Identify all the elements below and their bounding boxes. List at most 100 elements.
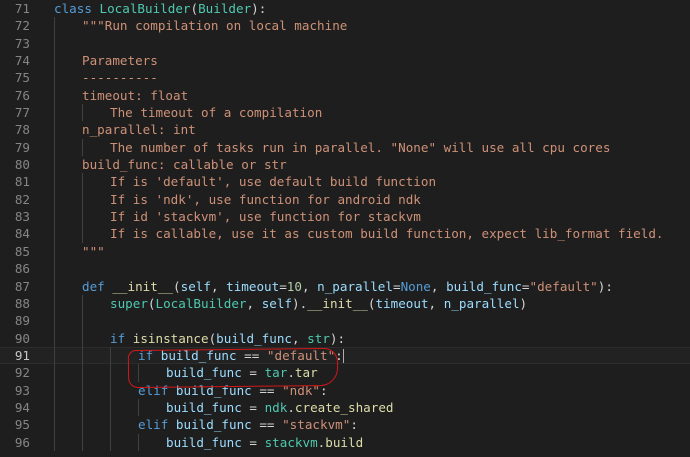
code-line[interactable]: 84 If is callable, use it as custom build… bbox=[0, 225, 690, 243]
code-token: : bbox=[320, 382, 328, 398]
code-token: Builder bbox=[198, 1, 252, 16]
code-text: The number of tasks run in parallel. "No… bbox=[110, 139, 610, 156]
code-token: stackvm bbox=[264, 434, 318, 450]
code-text: class LocalBuilder(Builder): bbox=[54, 0, 266, 17]
indent-guide bbox=[54, 277, 55, 295]
indent-guide bbox=[82, 104, 83, 122]
code-line[interactable]: 82 If is 'ndk', use function for android … bbox=[0, 190, 690, 209]
code-token: tar bbox=[264, 365, 288, 381]
code-token: = bbox=[279, 278, 287, 294]
line-number: 78 bbox=[14, 122, 30, 138]
code-token: timeout bbox=[226, 278, 280, 294]
code-line[interactable]: 81 If is 'default', use default build fun… bbox=[0, 173, 690, 191]
code-token: build_func: callable or str bbox=[82, 157, 287, 173]
line-number: 89 bbox=[14, 313, 30, 329]
code-text: n_parallel: int bbox=[82, 121, 196, 138]
code-token: __init__ bbox=[112, 278, 174, 294]
code-token: def bbox=[82, 278, 113, 294]
code-line[interactable]: 71 class LocalBuilder(Builder): bbox=[0, 0, 690, 17]
indent-guide bbox=[54, 138, 55, 157]
code-token: build_func bbox=[446, 278, 522, 294]
code-line[interactable]: 80 build_func: callable or str bbox=[0, 156, 690, 174]
code-line[interactable]: 96 build_func = stackvm.build bbox=[0, 433, 690, 451]
code-text: super(LocalBuilder, self).__init__(timeo… bbox=[110, 295, 527, 312]
line-number: 75 bbox=[14, 70, 30, 86]
code-token: """Run compilation on local machine bbox=[82, 18, 348, 34]
code-token: build_func bbox=[166, 399, 242, 415]
line-number: 84 bbox=[14, 226, 30, 242]
code-token: == bbox=[236, 347, 267, 363]
indent-guide bbox=[54, 242, 55, 261]
code-token: elif bbox=[138, 417, 176, 433]
code-line[interactable]: 91 if build_func == "default": bbox=[0, 346, 690, 365]
code-line[interactable]: 79 The number of tasks run in parallel. "… bbox=[0, 138, 690, 157]
line-number: 73 bbox=[14, 35, 30, 51]
code-line[interactable]: 87 def __init__(self, timeout=10, n_paral… bbox=[0, 277, 690, 295]
line-number: 79 bbox=[14, 139, 30, 155]
code-line[interactable]: 86 bbox=[0, 260, 690, 278]
code-text: Parameters bbox=[82, 52, 158, 69]
code-token: str bbox=[307, 330, 330, 346]
code-text: build_func = tar.tar bbox=[166, 364, 318, 381]
code-token: , bbox=[428, 295, 444, 311]
line-number: 87 bbox=[14, 278, 30, 294]
code-token: ): bbox=[251, 1, 267, 16]
code-line[interactable]: 78 n_parallel: int bbox=[0, 121, 690, 139]
code-line[interactable]: 89 bbox=[0, 312, 690, 330]
line-number: 72 bbox=[14, 18, 30, 34]
code-line[interactable]: 95 elif build_func == "stackvm": bbox=[0, 416, 690, 434]
indent-guide bbox=[82, 329, 83, 347]
indent-guide bbox=[54, 433, 55, 451]
code-line[interactable]: 85 """ bbox=[0, 242, 690, 261]
indent-guide bbox=[82, 190, 83, 209]
code-token: build bbox=[325, 434, 364, 450]
line-number: 90 bbox=[14, 330, 30, 346]
indent-guide bbox=[82, 294, 83, 313]
code-token: , bbox=[301, 278, 318, 294]
indent-guide bbox=[82, 346, 83, 365]
code-line[interactable]: 73 bbox=[0, 34, 690, 53]
code-line[interactable]: 83 If id 'stackvm', use function for stac… bbox=[0, 208, 690, 226]
line-number: 86 bbox=[14, 261, 30, 277]
code-token: self bbox=[180, 278, 211, 294]
code-token: ): bbox=[597, 278, 613, 294]
indent-guide bbox=[54, 260, 55, 278]
code-token: if bbox=[110, 330, 133, 346]
code-line[interactable]: 92 build_func = tar.tar bbox=[0, 364, 690, 382]
code-text: elif build_func == "ndk": bbox=[138, 382, 328, 399]
code-line[interactable]: 76 timeout: float bbox=[0, 86, 690, 105]
code-token: elif bbox=[138, 382, 176, 398]
code-line[interactable]: 93 elif build_func == "ndk": bbox=[0, 381, 690, 399]
code-line[interactable]: 88 super(LocalBuilder, self).__init__(tim… bbox=[0, 294, 690, 313]
indent-guide bbox=[54, 52, 55, 70]
code-token: "default" bbox=[529, 278, 598, 294]
code-line[interactable]: 74 Parameters bbox=[0, 52, 690, 70]
code-line[interactable]: 90 if isinstance(build_func, str): bbox=[0, 329, 690, 347]
code-token: If is 'default', use default build funct… bbox=[110, 174, 437, 190]
code-token: , bbox=[430, 278, 447, 294]
code-editor[interactable]: 71 class LocalBuilder(Builder): 72 """Run c… bbox=[0, 0, 690, 457]
line-number: 83 bbox=[14, 209, 30, 225]
code-line[interactable]: 75 ---------- bbox=[0, 69, 690, 87]
code-token: super bbox=[110, 295, 148, 311]
code-token: = bbox=[241, 434, 265, 450]
indent-guide bbox=[138, 398, 139, 417]
code-token: n_parallel bbox=[443, 295, 520, 311]
indent-guide bbox=[82, 208, 83, 226]
indent-guide bbox=[82, 364, 83, 382]
code-text: build_func = ndk.create_shared bbox=[166, 399, 394, 416]
code-token: : bbox=[335, 347, 343, 363]
indent-guide bbox=[54, 364, 55, 382]
code-token: ---------- bbox=[82, 70, 158, 86]
code-token: If id 'stackvm', use function for stackv… bbox=[110, 209, 421, 225]
code-token: . bbox=[287, 399, 295, 415]
code-line[interactable]: 77 The timeout of a compilation bbox=[0, 104, 690, 122]
code-line[interactable]: 72 """Run compilation on local machine bbox=[0, 17, 690, 35]
indent-guide bbox=[110, 381, 111, 399]
code-token: self bbox=[261, 295, 293, 311]
code-text: elif build_func == "stackvm": bbox=[138, 416, 358, 433]
line-number: 80 bbox=[14, 157, 30, 173]
indent-guide bbox=[54, 69, 55, 87]
indent-guide bbox=[54, 312, 55, 330]
code-line[interactable]: 94 build_func = ndk.create_shared bbox=[0, 398, 690, 417]
